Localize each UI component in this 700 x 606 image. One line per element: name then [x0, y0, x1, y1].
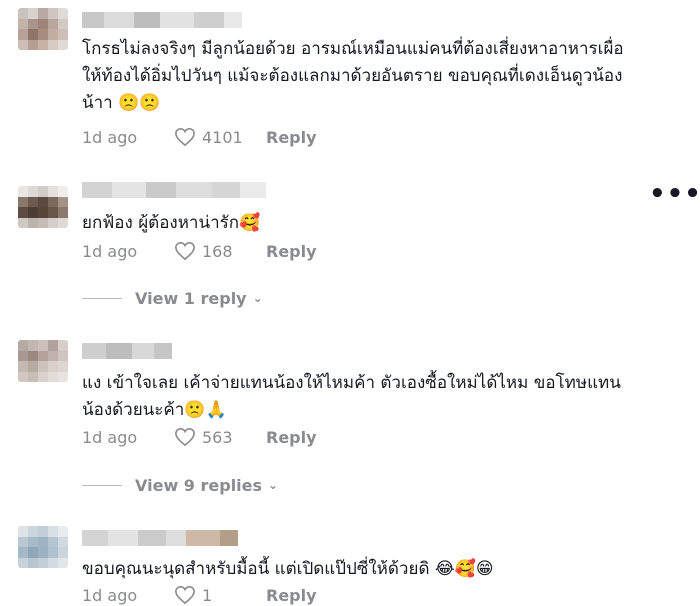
heart-outline-icon	[175, 127, 195, 147]
comment-text: ยกฟ้อง ผู้ต้องหาน่ารัก🥰	[82, 213, 261, 233]
username-redacted[interactable]	[82, 343, 172, 359]
reply-button[interactable]: Reply	[266, 428, 317, 447]
comment-time: 1d ago	[82, 427, 138, 447]
like-button[interactable]: 1	[174, 585, 266, 605]
avatar[interactable]	[18, 526, 68, 568]
chevron-down-icon: ⌄	[268, 478, 279, 492]
comment-meta: 1d ago 563 Reply	[82, 426, 317, 448]
divider-line	[82, 297, 122, 299]
avatar[interactable]	[18, 8, 68, 50]
username-redacted[interactable]	[82, 182, 266, 198]
like-button[interactable]: 563	[174, 427, 266, 447]
like-count: 4101	[202, 127, 243, 147]
comment-text: ขอบคุณนะนุดสำหรับมื้อนี้ แต่เปิดแป๊ปซี่ใ…	[82, 559, 494, 579]
reply-button[interactable]: Reply	[266, 242, 317, 261]
comment-time: 1d ago	[82, 585, 138, 605]
heart-outline-icon	[175, 427, 195, 447]
avatar[interactable]	[18, 340, 68, 382]
view-replies-button[interactable]: View 9 replies ⌄	[82, 474, 278, 496]
comment-meta: 1d ago 1 Reply	[82, 584, 317, 606]
reply-button[interactable]: Reply	[266, 586, 317, 605]
like-button[interactable]: 4101	[174, 127, 266, 147]
divider-line	[82, 484, 122, 486]
heart-outline-icon	[175, 585, 195, 605]
reply-button[interactable]: Reply	[266, 128, 317, 147]
comment-meta: 1d ago 168 Reply	[82, 240, 317, 262]
like-button[interactable]: 168	[174, 241, 266, 261]
like-count: 1	[202, 585, 213, 605]
comment-text: โกรธไม่ลงจริงๆ มีลูกน้อยด้วย อารมณ์เหมือ…	[82, 39, 624, 113]
view-replies-label: View 1 reply	[135, 288, 247, 308]
more-horizontal-icon[interactable]: •••	[649, 181, 700, 207]
like-count: 563	[202, 427, 233, 447]
username-redacted[interactable]	[82, 12, 242, 28]
avatar[interactable]	[18, 186, 68, 228]
comment-text: แง เข้าใจเลย เค้าจ่ายแทนน้องให้ไหมค้า ตั…	[82, 373, 621, 420]
view-replies-button[interactable]: View 1 reply ⌄	[82, 287, 263, 309]
like-count: 168	[202, 241, 233, 261]
username-redacted[interactable]	[82, 530, 238, 546]
heart-outline-icon	[175, 241, 195, 261]
chevron-down-icon: ⌄	[252, 291, 263, 305]
comment-time: 1d ago	[82, 127, 138, 147]
comment-meta: 1d ago 4101 Reply	[82, 126, 317, 148]
view-replies-label: View 9 replies	[135, 475, 263, 495]
comment-time: 1d ago	[82, 241, 138, 261]
